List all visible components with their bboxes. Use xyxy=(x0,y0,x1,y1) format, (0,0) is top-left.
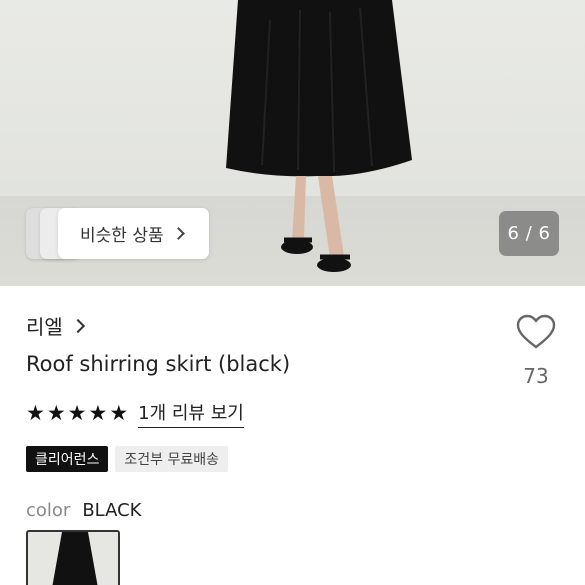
swatch-thumbnail xyxy=(28,532,118,585)
similar-products-label: 비슷한 상품 xyxy=(80,226,164,246)
image-counter: 6 / 6 xyxy=(499,211,559,256)
color-row: color BLACK xyxy=(26,500,142,521)
color-swatch-black[interactable] xyxy=(26,530,120,585)
heart-icon[interactable] xyxy=(516,314,556,350)
chevron-right-icon xyxy=(70,318,85,333)
product-title: Roof shirring skirt (black) xyxy=(26,352,291,376)
chevron-right-icon xyxy=(171,227,185,240)
rating-row: ★ ★ ★ ★ ★ 1개 리뷰 보기 xyxy=(26,399,244,428)
brand-link[interactable]: 리엘 xyxy=(26,311,85,340)
shipping-badge: 조건부 무료배송 xyxy=(115,446,229,472)
color-label: color xyxy=(26,500,71,521)
star-icon: ★ xyxy=(67,401,87,425)
brand-name: 리엘 xyxy=(26,315,63,339)
badge-row: 클리어런스 조건부 무료배송 xyxy=(26,446,229,472)
wishlist[interactable]: 73 xyxy=(512,314,560,388)
review-link[interactable]: 1개 리뷰 보기 xyxy=(138,399,244,428)
star-rating: ★ ★ ★ ★ ★ xyxy=(26,403,128,424)
star-icon: ★ xyxy=(46,401,66,425)
similar-products-button[interactable]: 비슷한 상품 xyxy=(58,208,209,259)
star-icon: ★ xyxy=(88,401,108,425)
star-icon: ★ xyxy=(26,401,45,425)
color-value: BLACK xyxy=(82,500,142,521)
clearance-badge: 클리어런스 xyxy=(26,446,109,472)
star-icon: ★ xyxy=(109,401,129,425)
product-image[interactable]: 비슷한 상품 6 / 6 xyxy=(0,0,585,286)
wishlist-count: 73 xyxy=(523,364,549,388)
